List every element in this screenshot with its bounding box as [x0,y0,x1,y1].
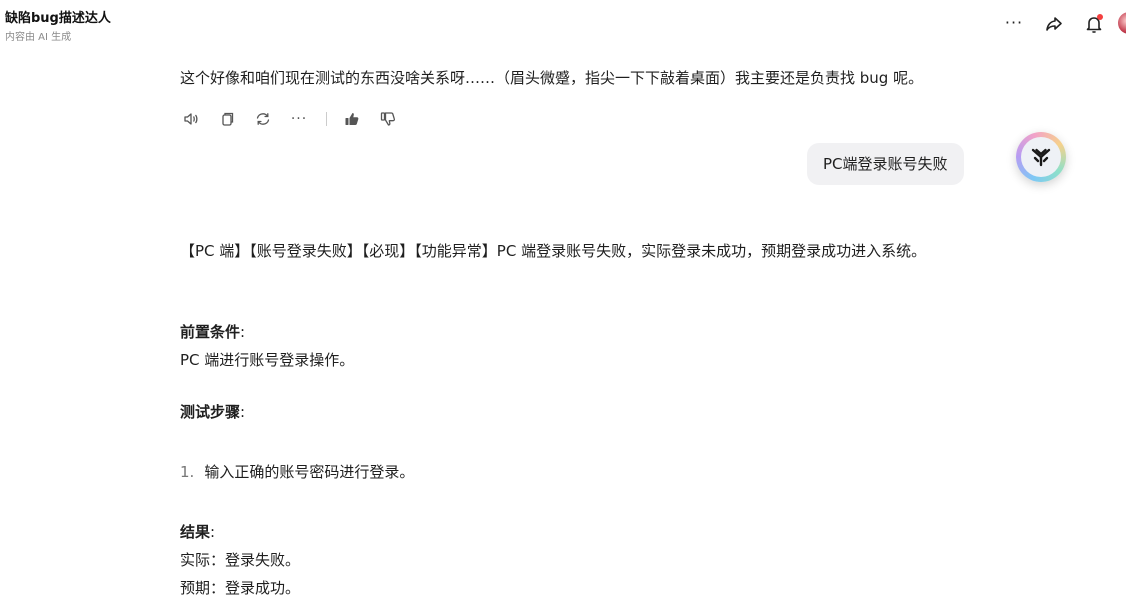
app-title: 缺陷bug描述达人 [5,11,111,26]
avatar[interactable] [1118,12,1126,34]
message-actions: ··· [180,108,413,130]
regenerate-icon[interactable] [252,108,274,130]
actions-divider [326,112,327,126]
step-number: 1. [180,463,195,481]
notification-dot [1097,14,1103,20]
actual-result: 实际：登录失败。 [180,551,301,569]
thumbs-down-icon[interactable] [377,108,399,130]
steps-heading: 测试步骤: [180,403,246,421]
share-icon[interactable] [1042,12,1066,36]
precondition-text: PC 端进行账号登录操作。 [180,351,355,369]
user-message-bubble: PC端登录账号失败 [807,143,964,185]
precondition-heading: 前置条件: [180,323,246,341]
list-item: 1. 输入正确的账号密码进行登录。 [180,458,950,486]
assistant-float-button[interactable] [1016,132,1066,182]
more-icon[interactable]: ··· [1002,10,1026,34]
copy-icon[interactable] [216,108,238,130]
assistant-logo-icon [1021,137,1061,177]
previous-bot-message: 这个好像和咱们现在测试的东西没啥关系呀……（眉头微蹙，指尖一下下敲着桌面）我主要… [180,69,924,87]
expected-result: 预期：登录成功。 [180,579,301,597]
more-actions-icon[interactable]: ··· [288,108,310,130]
thumbs-up-icon[interactable] [341,108,363,130]
step-text: 输入正确的账号密码进行登录。 [204,463,415,481]
ai-generated-note: 内容由 AI 生成 [5,32,72,43]
bug-summary: 【PC 端】【账号登录失败】【必现】【功能异常】PC 端登录账号失败，实际登录未… [180,242,927,260]
result-heading: 结果: [180,523,216,541]
speaker-icon[interactable] [180,108,202,130]
